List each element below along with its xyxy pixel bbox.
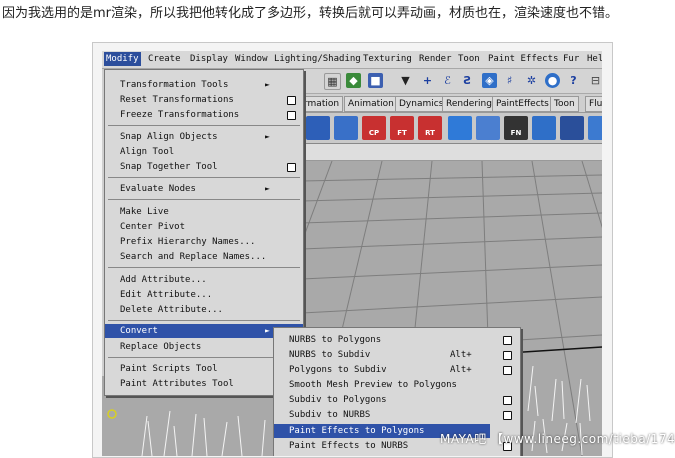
- option-box-icon[interactable]: [503, 411, 512, 420]
- help-icon[interactable]: ?: [566, 73, 581, 88]
- option-box-icon[interactable]: [287, 111, 296, 120]
- sphere-icon[interactable]: ●: [545, 73, 560, 88]
- menu-separator: [108, 199, 300, 200]
- menu-fur[interactable]: Fur: [563, 54, 579, 64]
- submenu-arrow-icon: ►: [265, 184, 270, 193]
- menu-separator: [108, 177, 300, 178]
- menu-render[interactable]: Render: [419, 54, 452, 64]
- hotkey-label: Alt+: [450, 365, 472, 375]
- render-view-icon[interactable]: ◈: [482, 73, 497, 88]
- option-box-icon[interactable]: [287, 96, 296, 105]
- option-box-icon[interactable]: [287, 163, 296, 172]
- menu-item-center-pivot[interactable]: Center Pivot: [105, 220, 303, 234]
- menu-item-transformation-tools[interactable]: Transformation Tools ►: [105, 78, 303, 92]
- menu-item-freeze-transformations[interactable]: Freeze Transformations: [105, 108, 303, 122]
- stroke-icon[interactable]: [448, 116, 472, 140]
- snap-point-icon[interactable]: ■: [368, 73, 383, 88]
- cube-icon[interactable]: [560, 116, 584, 140]
- menu-item-search-replace-names[interactable]: Search and Replace Names...: [105, 250, 303, 264]
- option-box-icon[interactable]: [503, 336, 512, 345]
- snap-curve-icon[interactable]: ◆: [346, 73, 361, 88]
- shelf-tabs: rmation Animation Dynamics Rendering Pai…: [300, 94, 602, 113]
- tab-dynamics[interactable]: Dynamics: [395, 96, 448, 112]
- mesh-icon[interactable]: [476, 116, 500, 140]
- snap-grid-icon[interactable]: ▦: [324, 73, 341, 90]
- menu-item-evaluate-nodes[interactable]: Evaluate Nodes ►: [105, 182, 303, 196]
- menu-item-subdiv-to-polygons[interactable]: Subdiv to Polygons: [274, 393, 520, 407]
- menu-item-prefix-hierarchy-names[interactable]: Prefix Hierarchy Names...: [105, 235, 303, 249]
- menu-separator: [108, 125, 300, 126]
- paint-select-icon[interactable]: [334, 116, 358, 140]
- light-icon[interactable]: ✲: [524, 73, 539, 88]
- submenu-arrow-icon: ►: [265, 80, 270, 89]
- main-menubar: Modify Create Display Window Lighting/Sh…: [102, 51, 602, 69]
- tab-transformation[interactable]: rmation: [300, 96, 344, 112]
- menu-help[interactable]: Hel: [587, 54, 602, 64]
- menu-paint-effects[interactable]: Paint Effects: [488, 54, 558, 64]
- lock-icon[interactable]: ⊟: [588, 73, 602, 88]
- tab-rendering[interactable]: Rendering: [442, 96, 496, 112]
- magnet-icon[interactable]: ℰ: [440, 73, 455, 88]
- shelf-cp-button[interactable]: CP: [362, 116, 386, 140]
- shelf-icons: CP FT RT FN: [302, 113, 602, 144]
- menu-item-snap-together-tool[interactable]: Snap Together Tool: [105, 160, 303, 174]
- maya-window: Modify Create Display Window Lighting/Sh…: [102, 51, 602, 456]
- tab-animation[interactable]: Animation: [344, 96, 398, 112]
- menu-separator: [108, 320, 300, 321]
- lasso-icon[interactable]: Ƨ: [460, 73, 475, 88]
- option-box-icon[interactable]: [503, 366, 512, 375]
- menu-toon[interactable]: Toon: [458, 54, 480, 64]
- menu-window[interactable]: Window: [235, 54, 268, 64]
- shelf-fn-button[interactable]: FN: [504, 116, 528, 140]
- plus-icon[interactable]: +: [420, 73, 435, 88]
- viewport-header: [302, 144, 602, 161]
- menu-item-subdiv-to-nurbs[interactable]: Subdiv to NURBS: [274, 408, 520, 422]
- option-box-icon[interactable]: [503, 351, 512, 360]
- tab-painteffects[interactable]: PaintEffects: [492, 96, 553, 112]
- menu-texturing[interactable]: Texturing: [363, 54, 412, 64]
- watermark-text: MAYA吧 【www.lineeg.com/tieba/1745】: [440, 432, 675, 446]
- paint-canvas-icon[interactable]: [306, 116, 330, 140]
- menu-modify[interactable]: Modify: [104, 52, 141, 66]
- menu-create[interactable]: Create: [148, 54, 181, 64]
- menu-item-reset-transformations[interactable]: Reset Transformations: [105, 93, 303, 107]
- submenu-arrow-icon: ►: [265, 132, 270, 141]
- history-icon[interactable]: ▼: [398, 73, 413, 88]
- menu-item-make-live[interactable]: Make Live: [105, 205, 303, 219]
- option-box-icon[interactable]: [503, 396, 512, 405]
- menu-item-snap-align-objects[interactable]: Snap Align Objects ►: [105, 130, 303, 144]
- menu-display[interactable]: Display: [190, 54, 228, 64]
- caption-text: 因为我选用的是mr渲染，所以我把他转化成了多边形，转换后就可以弄动画，材质也在，…: [2, 6, 619, 21]
- tab-fluids[interactable]: Flu: [585, 96, 602, 112]
- menu-item-smooth-mesh-preview-to-polygons[interactable]: Smooth Mesh Preview to Polygons: [274, 378, 520, 392]
- menu-item-add-attribute[interactable]: Add Attribute...: [105, 273, 303, 287]
- menu-separator: [108, 267, 300, 268]
- menu-separator: [108, 357, 300, 358]
- shelf-rt-button[interactable]: RT: [418, 116, 442, 140]
- menu-item-nurbs-to-subdiv[interactable]: NURBS to Subdiv Alt+: [274, 348, 520, 362]
- menu-item-nurbs-to-polygons[interactable]: NURBS to Polygons: [274, 333, 520, 347]
- menu-item-polygons-to-subdiv[interactable]: Polygons to Subdiv Alt+: [274, 363, 520, 377]
- tab-toon[interactable]: Toon: [550, 96, 579, 112]
- menu-item-align-tool[interactable]: Align Tool: [105, 145, 303, 159]
- status-toolbar: ▦ ◆ ■ ▼ + ℰ Ƨ ◈ ♯ ✲ ● ? ⊟: [302, 69, 602, 94]
- shelf-ft-button[interactable]: FT: [390, 116, 414, 140]
- menu-item-delete-attribute[interactable]: Delete Attribute...: [105, 303, 303, 317]
- hypershade-icon[interactable]: ♯: [502, 73, 517, 88]
- menu-item-edit-attribute[interactable]: Edit Attribute...: [105, 288, 303, 302]
- menu-lighting-shading[interactable]: Lighting/Shading: [274, 54, 361, 64]
- nurbs-icon[interactable]: [588, 116, 602, 140]
- submenu-arrow-icon: ►: [265, 326, 270, 335]
- hotkey-label: Alt+: [450, 350, 472, 360]
- polygon-icon[interactable]: [532, 116, 556, 140]
